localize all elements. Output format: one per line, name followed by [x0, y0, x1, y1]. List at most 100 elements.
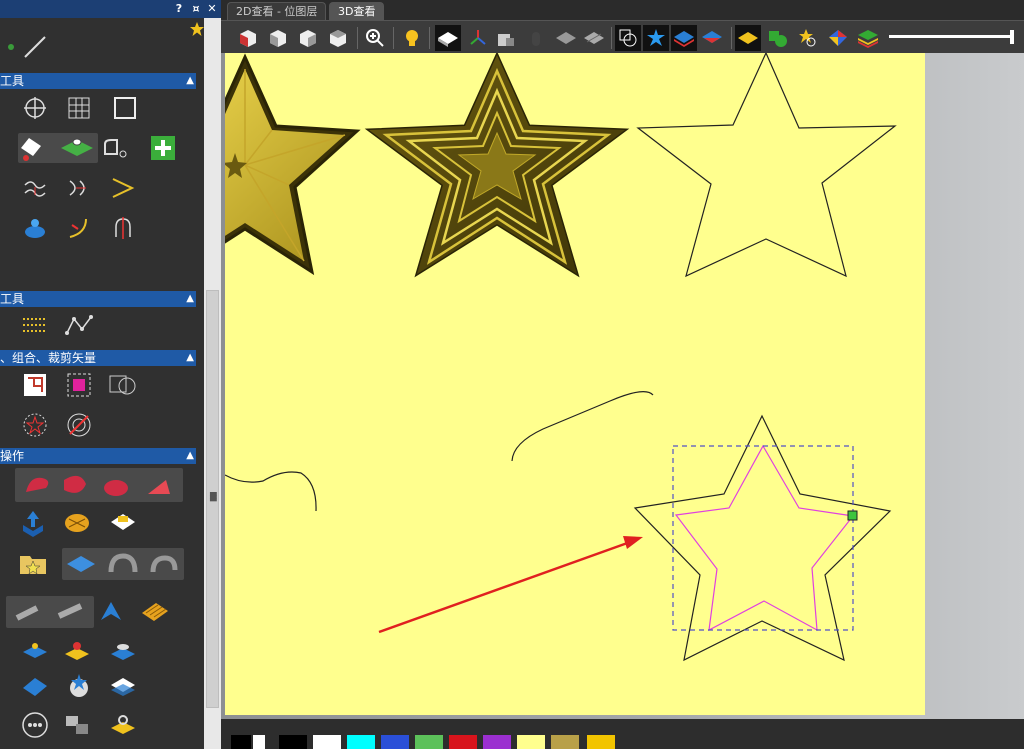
color-swatch[interactable]: [381, 735, 409, 749]
toolbar-separator: [393, 27, 394, 49]
light-bulb-icon[interactable]: [399, 25, 425, 51]
color-swatch[interactable]: [253, 735, 265, 749]
layers-red-icon[interactable]: [699, 25, 725, 51]
measure-icon[interactable]: [100, 133, 130, 163]
rectangle-icon[interactable]: [110, 93, 140, 123]
arrows-3d-icon[interactable]: [18, 508, 48, 538]
color-swatch[interactable]: [347, 735, 375, 749]
transform-icon[interactable]: [20, 93, 50, 123]
material-plane-icon[interactable]: [435, 25, 461, 51]
cube-left-icon[interactable]: [265, 25, 291, 51]
weight-icon[interactable]: [20, 213, 50, 243]
section-header-1[interactable]: 工具 ▲: [0, 73, 196, 89]
relief-star-2[interactable]: [364, 53, 630, 278]
fold-blue-icon[interactable]: [96, 596, 126, 626]
color-swatch[interactable]: [313, 735, 341, 749]
toolbar-separator: [357, 27, 358, 49]
relief-ops-group[interactable]: [15, 468, 183, 502]
color-swatch[interactable]: [415, 735, 443, 749]
angle-icon[interactable]: [108, 173, 138, 203]
tab-3d-view[interactable]: 3D查看: [329, 2, 385, 21]
composite-icon[interactable]: [735, 25, 761, 51]
relief-gray-icon[interactable]: [553, 25, 579, 51]
surface-wave-icon[interactable]: [20, 670, 50, 700]
grid-distort-icon[interactable]: [64, 93, 94, 123]
block-3d-icon[interactable]: [108, 508, 138, 538]
add-green-icon[interactable]: [148, 133, 178, 163]
cube-top-icon[interactable]: [325, 25, 351, 51]
sweep-tools-group[interactable]: [6, 596, 94, 628]
relief-star-1[interactable]: [225, 53, 361, 276]
trim-icon[interactable]: [108, 370, 138, 400]
vector-curve-1[interactable]: [511, 391, 654, 462]
hatch-star-icon[interactable]: [20, 410, 50, 440]
color-swatch[interactable]: [449, 735, 477, 749]
axes-icon[interactable]: [465, 25, 491, 51]
polyline-nodes-icon[interactable]: [64, 310, 94, 340]
no-offset-icon[interactable]: [64, 410, 94, 440]
pin-yellow-icon[interactable]: [62, 636, 92, 666]
tool-panel: ? ¤ ✕ 工具 ▲ 工具 ▲ 、组合、裁剪矢量 ▲ 操作 ▲ ▬ ▬ ▬: [0, 0, 221, 749]
arc-arrow-icon[interactable]: [64, 213, 94, 243]
star-blue-icon[interactable]: [643, 25, 669, 51]
color-swatch[interactable]: [551, 735, 579, 749]
relief-clip-icon[interactable]: [108, 636, 138, 666]
panel-header: ? ¤ ✕: [0, 0, 221, 18]
shapes-icon[interactable]: [765, 25, 791, 51]
section-header-2[interactable]: 工具 ▲: [0, 291, 196, 307]
dotted-lines-icon[interactable]: [20, 310, 50, 340]
join-vectors-icon[interactable]: [20, 370, 50, 400]
zoom-slider-thumb[interactable]: [1010, 30, 1014, 44]
color-swatch[interactable]: [587, 735, 615, 749]
cube-front-icon[interactable]: [235, 25, 261, 51]
color-swatch[interactable]: [231, 735, 251, 749]
knot-icon[interactable]: [62, 508, 92, 538]
texture-icon[interactable]: [140, 596, 170, 626]
wave-offset-icon[interactable]: [20, 173, 50, 203]
folder-star-icon[interactable]: [18, 548, 48, 578]
color-swatch[interactable]: [279, 735, 307, 749]
color-swatch[interactable]: [517, 735, 545, 749]
plane-yellow-icon[interactable]: [108, 710, 138, 740]
section-header-3[interactable]: 、组合、裁剪矢量 ▲: [0, 350, 196, 366]
color-cube-icon[interactable]: [825, 25, 851, 51]
surface-tools-group[interactable]: [62, 548, 184, 580]
help-button[interactable]: ?: [172, 1, 186, 17]
pin-button[interactable]: ¤: [189, 1, 203, 17]
zoom-icon[interactable]: [362, 25, 388, 51]
vector-curve-2[interactable]: [225, 471, 317, 512]
split-arc-icon[interactable]: [108, 213, 138, 243]
plane-blue-icon[interactable]: [108, 670, 138, 700]
toolbar-separator: [731, 27, 732, 49]
relief-canvas[interactable]: [225, 53, 925, 715]
vector-star-offset[interactable]: [674, 444, 855, 632]
tab-2d-view[interactable]: 2D查看 - 位图层: [227, 2, 327, 21]
selection-handle[interactable]: [847, 510, 858, 521]
layers-icon[interactable]: [671, 25, 697, 51]
gears-icon[interactable]: [62, 710, 92, 740]
zoom-slider-track[interactable]: [889, 35, 1013, 38]
fill-tools-group[interactable]: [18, 133, 98, 163]
3d-viewport[interactable]: [221, 53, 1024, 719]
relief-flag-icon[interactable]: [20, 636, 50, 666]
dots-circle-icon[interactable]: [20, 710, 50, 740]
section-header-4[interactable]: 操作 ▲: [0, 448, 196, 464]
close-panel-button[interactable]: ✕: [205, 1, 219, 17]
selection-box[interactable]: [672, 445, 854, 631]
weld-icon[interactable]: [64, 370, 94, 400]
star-zoom-icon[interactable]: [795, 25, 821, 51]
annotation-arrow: [378, 539, 634, 634]
color-swatch[interactable]: [483, 735, 511, 749]
vector-star-outline[interactable]: [636, 53, 897, 278]
vector-toggle-icon[interactable]: [615, 25, 641, 51]
mesh-star-icon[interactable]: [64, 670, 94, 700]
scroll-grip-icon: ▬ ▬ ▬: [209, 489, 218, 505]
cube-right-icon[interactable]: [295, 25, 321, 51]
curve-blend-icon[interactable]: [64, 173, 94, 203]
view-toolbar: [221, 20, 1024, 54]
cylinder-icon[interactable]: [523, 25, 549, 51]
relief-split-icon[interactable]: [581, 25, 607, 51]
stack-icon[interactable]: [855, 25, 881, 51]
line-tool-icon[interactable]: [20, 32, 50, 62]
shape-icon[interactable]: [493, 25, 519, 51]
